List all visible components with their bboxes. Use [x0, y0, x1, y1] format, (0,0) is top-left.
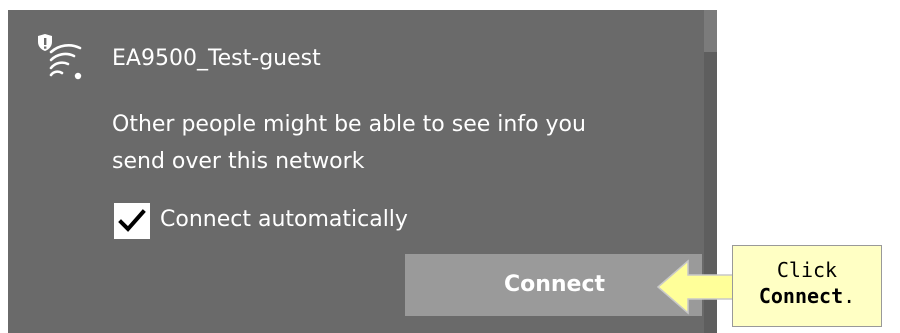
scrollbar-thumb[interactable] — [704, 10, 717, 52]
callout-arrow-icon — [656, 259, 739, 315]
wifi-unsecured-icon — [38, 34, 82, 80]
checkmark-icon — [118, 209, 146, 232]
instruction-callout: Click Connect. — [732, 245, 882, 327]
screenshot-root: EA9500_Test-guest Other people might be … — [0, 0, 900, 333]
connect-automatically-checkbox[interactable] — [114, 203, 150, 239]
connect-automatically-label[interactable]: Connect automatically — [160, 205, 408, 235]
callout-click-text: Click — [776, 258, 838, 282]
callout-target-text: Connect. — [733, 284, 881, 308]
security-warning-line-1: Other people might be able to see info y… — [112, 112, 586, 137]
security-warning-line-2: send over this network — [112, 149, 365, 174]
callout-connect-word: Connect — [758, 284, 844, 308]
network-name: EA9500_Test-guest — [112, 46, 321, 71]
callout-period: . — [843, 284, 856, 308]
